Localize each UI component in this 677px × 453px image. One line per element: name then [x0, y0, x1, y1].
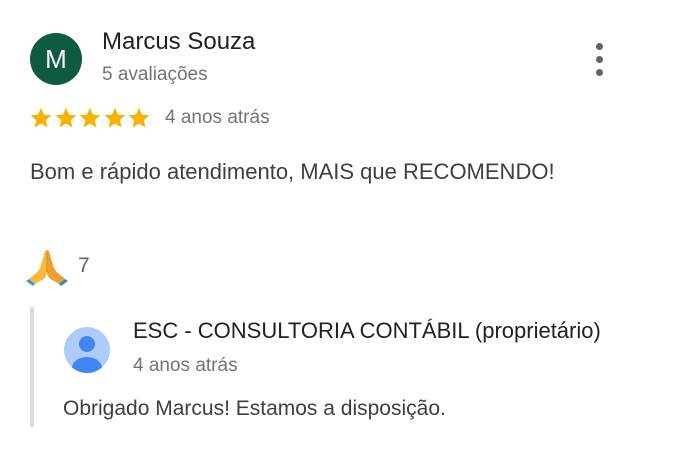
- owner-name[interactable]: ESC - CONSULTORIA CONTÁBIL (proprietário…: [133, 318, 601, 344]
- more-vert-icon-dot: [596, 69, 603, 76]
- more-vert-icon-dot: [596, 43, 603, 50]
- reaction-count: 7: [78, 254, 90, 277]
- review-text: Bom e rápido atendimento, MAIS que RECOM…: [30, 159, 555, 184]
- star-icon: [127, 106, 152, 130]
- star-icon: [29, 106, 54, 130]
- star-icon: [54, 106, 79, 130]
- owner-reply: ESC - CONSULTORIA CONTÁBIL (proprietário…: [30, 307, 670, 427]
- reply-divider: [30, 307, 34, 427]
- star-icon: [103, 106, 128, 130]
- review-date: 4 anos atrás: [165, 107, 270, 128]
- person-icon: [64, 327, 110, 373]
- more-options-button[interactable]: [586, 40, 614, 80]
- author-avatar[interactable]: M: [30, 33, 82, 85]
- reaction-button[interactable]: 7: [26, 246, 90, 286]
- owner-reply-date: 4 anos atrás: [133, 355, 238, 376]
- author-reviews-count: 5 avaliações: [102, 64, 208, 85]
- owner-reply-text: Obrigado Marcus! Estamos a disposição.: [63, 397, 446, 420]
- author-name[interactable]: Marcus Souza: [102, 28, 255, 56]
- more-vert-icon-dot: [596, 56, 603, 63]
- folded-hands-icon: [26, 250, 68, 286]
- star-icon: [78, 106, 103, 130]
- star-rating: [29, 106, 152, 132]
